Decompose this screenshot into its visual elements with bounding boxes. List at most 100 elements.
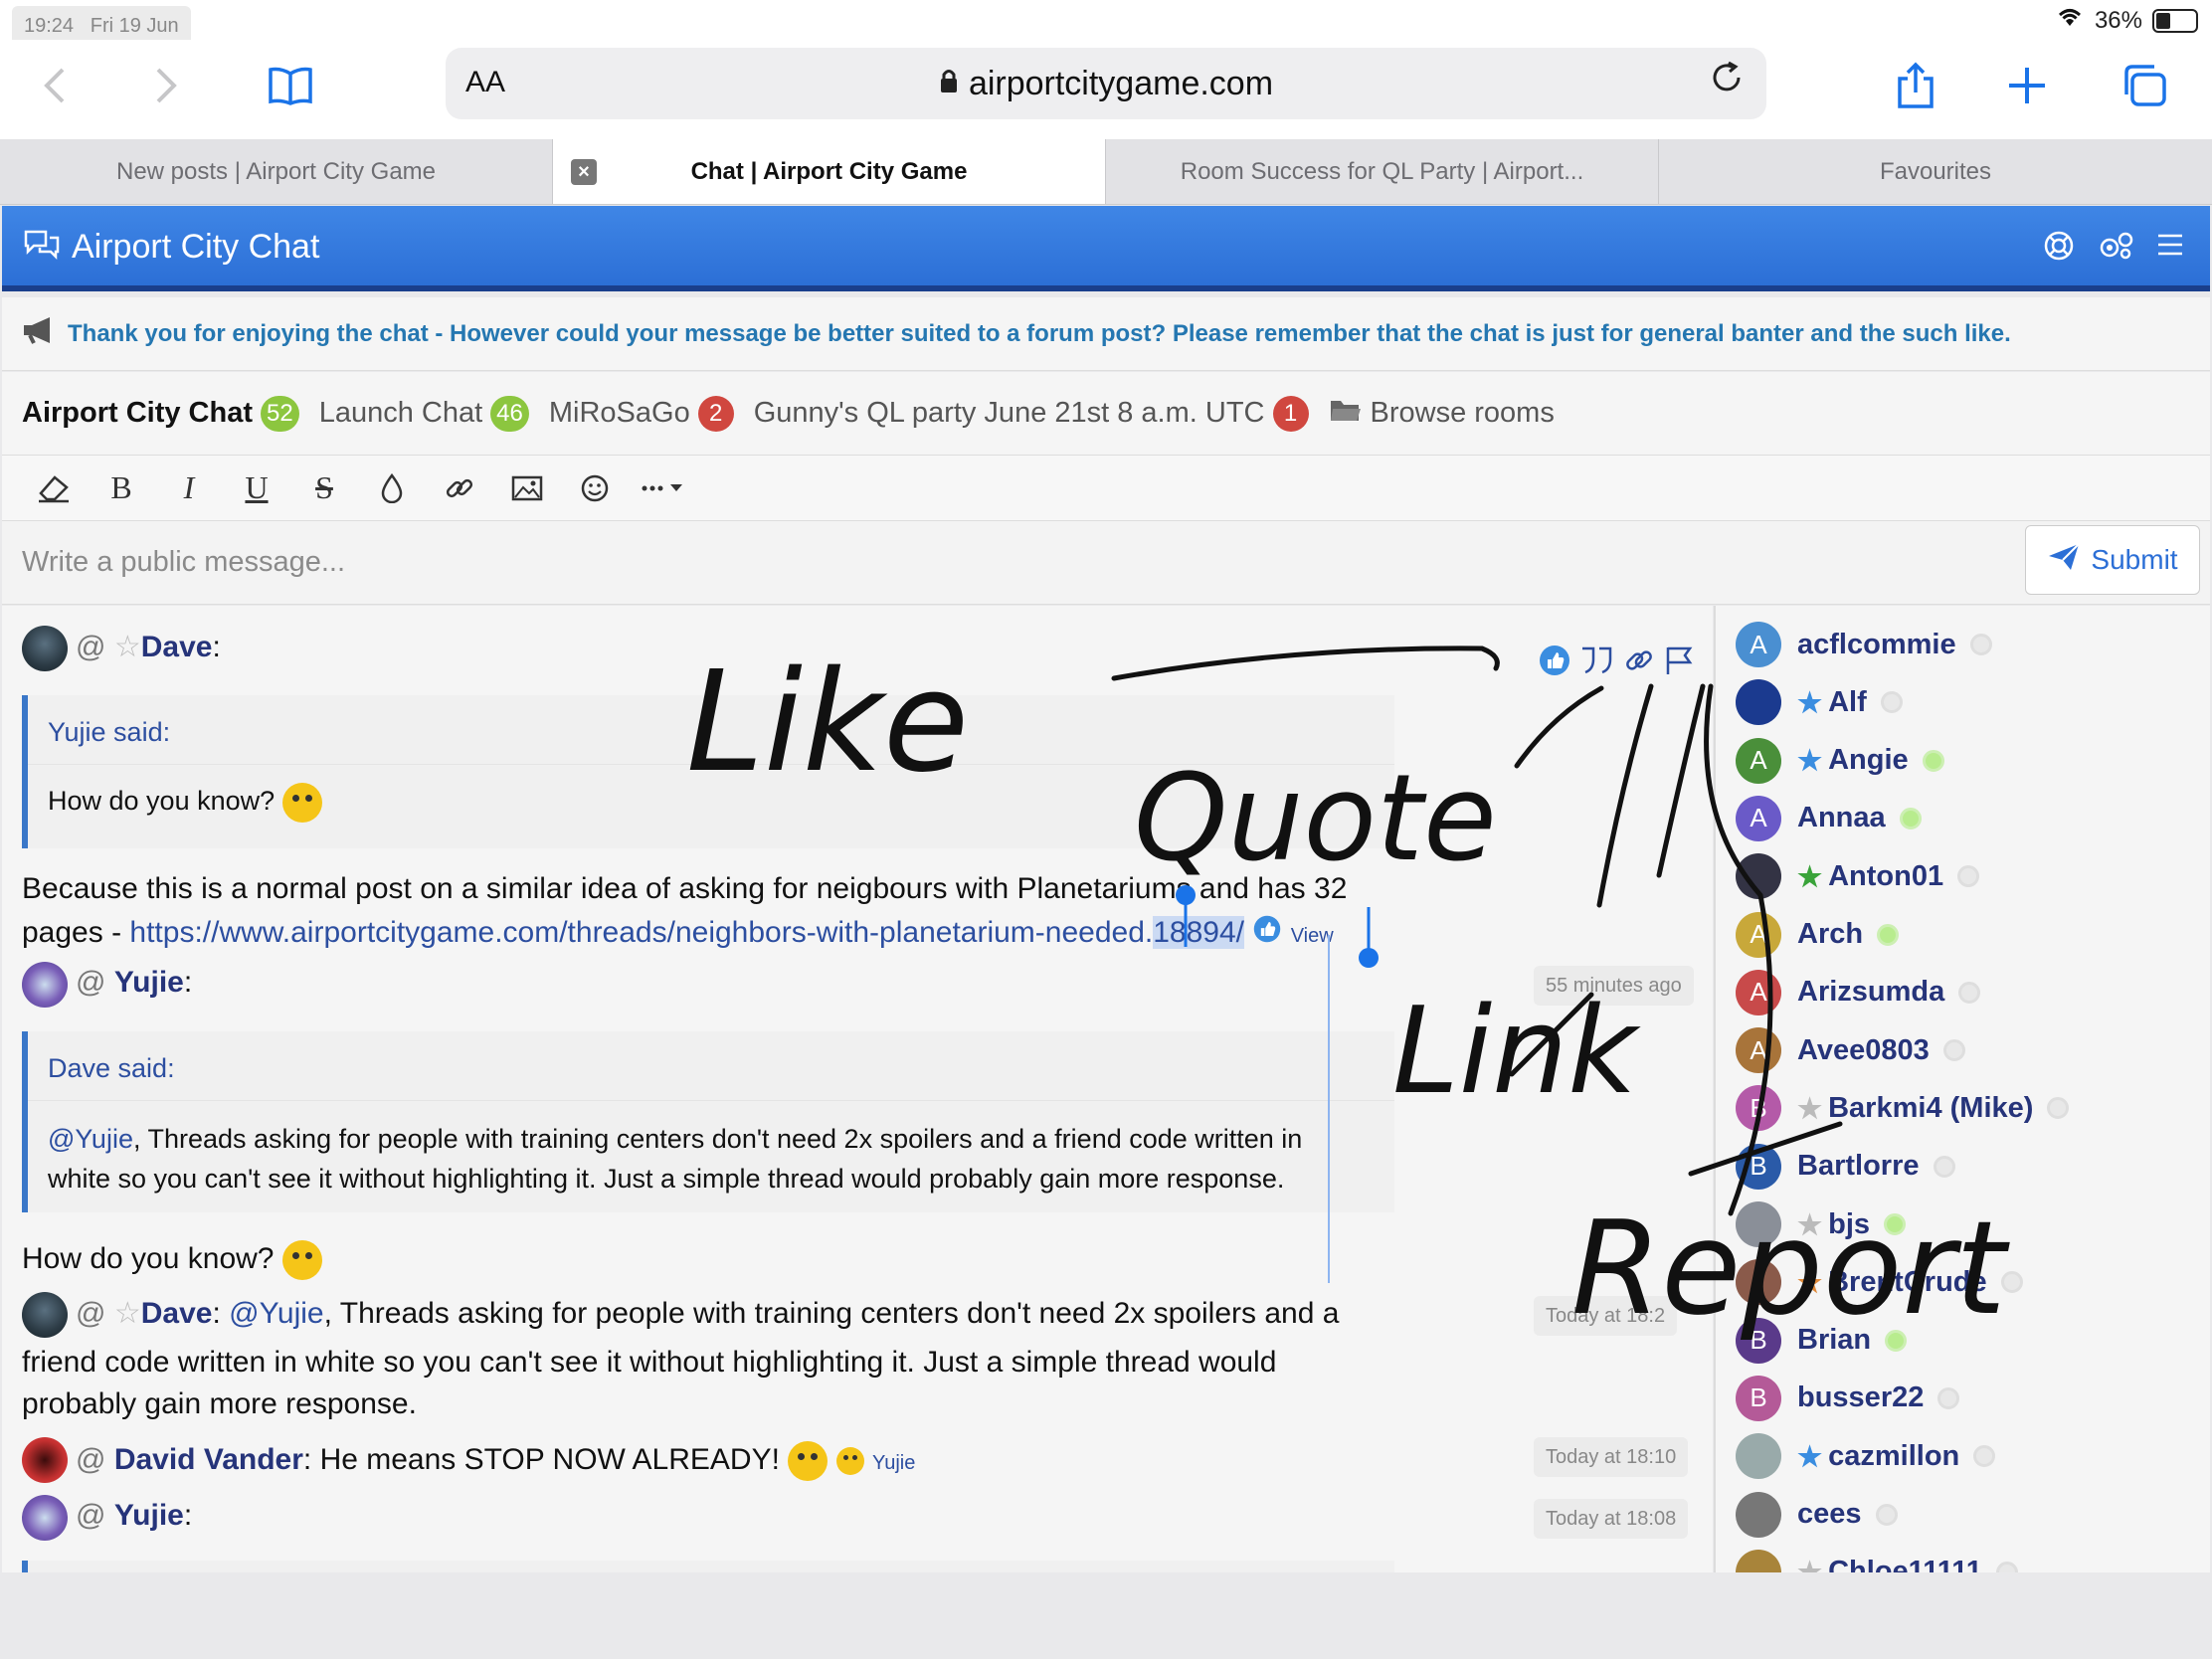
like-icon[interactable] <box>1252 915 1282 949</box>
tab-room-success[interactable]: Room Success for QL Party | Airport... <box>1106 139 1659 204</box>
forward-icon[interactable] <box>139 58 195 113</box>
link-icon[interactable] <box>1623 645 1655 681</box>
avatar[interactable]: A <box>1736 1027 1781 1074</box>
avatar[interactable] <box>22 962 68 1008</box>
reaction-user[interactable]: Yujie <box>872 1452 915 1474</box>
eraser-icon[interactable] <box>20 463 88 513</box>
username-link[interactable]: Yujie <box>114 966 184 999</box>
user-list-item[interactable]: Aacflcommie <box>1736 620 1992 669</box>
address-bar[interactable]: AA airportcitygame.com <box>446 48 1766 119</box>
color-icon[interactable] <box>358 463 426 513</box>
avatar[interactable] <box>1736 1433 1781 1480</box>
user-list-item[interactable]: ★ Anton01 <box>1736 851 1980 901</box>
username-link[interactable]: Alf <box>1828 686 1867 719</box>
user-list-item[interactable]: ★ BrentCrude <box>1736 1257 2023 1307</box>
user-list-item[interactable]: B Brian <box>1736 1316 1908 1366</box>
user-list-item[interactable]: A Annaa <box>1736 794 1922 843</box>
user-list-item[interactable]: ★ Alf <box>1736 677 1903 727</box>
user-list-item[interactable]: A ★ Angie <box>1736 736 1944 786</box>
username-link[interactable]: acflcommie <box>1797 629 1956 661</box>
username-link[interactable]: Avee0803 <box>1797 1034 1930 1067</box>
room-airport-city-chat[interactable]: Airport City Chat 52 <box>22 395 299 432</box>
more-icon[interactable] <box>629 463 696 513</box>
back-icon[interactable] <box>26 58 82 113</box>
link-icon[interactable] <box>426 463 493 513</box>
user-list-item[interactable]: cees <box>1736 1490 1898 1540</box>
like-icon[interactable] <box>1538 644 1571 682</box>
user-list-item[interactable]: A Arizsumda <box>1736 968 1981 1017</box>
smiley-icon[interactable] <box>561 463 629 513</box>
mention-link[interactable]: @Yujie <box>48 1124 133 1154</box>
underline-icon[interactable]: U <box>223 463 290 513</box>
avatar[interactable] <box>22 1437 68 1483</box>
settings-icon[interactable] <box>2097 230 2134 270</box>
bold-icon[interactable]: B <box>88 463 155 513</box>
username-link[interactable]: busser22 <box>1797 1382 1924 1414</box>
reaction-emoji[interactable] <box>835 1447 864 1475</box>
user-list-item[interactable]: A Arch <box>1736 910 1900 960</box>
room-gunnys-ql-party[interactable]: Gunny's QL party June 21st 8 a.m. UTC 1 <box>754 395 1309 432</box>
username-link[interactable]: Dave <box>141 631 213 663</box>
italic-icon[interactable]: I <box>155 463 223 513</box>
username-link[interactable]: David Vander <box>114 1443 303 1476</box>
tab-chat[interactable]: × Chat | Airport City Game <box>553 139 1106 204</box>
user-list-item[interactable]: Bbusser22 <box>1736 1374 1960 1423</box>
submit-button[interactable]: Submit <box>2025 525 2200 595</box>
username-link[interactable]: Angie <box>1828 744 1909 777</box>
username-link[interactable]: cees <box>1797 1498 1862 1531</box>
username-link[interactable]: Chloe11111 <box>1828 1556 1982 1572</box>
username-link[interactable]: Anton01 <box>1828 860 1943 893</box>
user-list-item[interactable]: B Bartlorre <box>1736 1142 1955 1192</box>
menu-icon[interactable] <box>2156 230 2184 270</box>
share-icon[interactable] <box>1888 58 1943 113</box>
username-link[interactable]: Yujie <box>114 1499 184 1532</box>
username-link[interactable]: BrentCrude <box>1828 1266 1987 1299</box>
username-link[interactable]: Brian <box>1797 1324 1871 1357</box>
avatar[interactable] <box>1736 1549 1781 1572</box>
username-link[interactable]: Barkmi4 (Mike) <box>1828 1092 2033 1125</box>
avatar[interactable]: A <box>1736 795 1781 841</box>
thread-link[interactable]: https://www.airportcitygame.com/threads/… <box>129 916 1244 949</box>
report-icon[interactable] <box>1663 645 1695 681</box>
avatar[interactable] <box>1736 1259 1781 1306</box>
avatar[interactable] <box>22 1292 68 1338</box>
mention-link[interactable]: @Yujie <box>229 1297 324 1330</box>
avatar[interactable]: B <box>1736 1375 1781 1421</box>
avatar[interactable] <box>1736 853 1781 900</box>
image-icon[interactable] <box>493 463 561 513</box>
user-list-item[interactable]: ★ bjs <box>1736 1199 1907 1249</box>
text-size-button[interactable]: AA <box>465 66 505 99</box>
room-launch-chat[interactable]: Launch Chat 46 <box>319 395 529 432</box>
avatar[interactable]: B <box>1736 1317 1781 1364</box>
message-input[interactable] <box>2 521 2021 603</box>
browse-rooms-link[interactable]: Browse rooms <box>1329 397 1555 431</box>
quote-icon[interactable] <box>1579 645 1615 680</box>
user-list-item[interactable]: ★ Chloe11111 <box>1736 1548 2018 1572</box>
avatar[interactable]: A <box>1736 622 1781 667</box>
user-list-item[interactable]: B ★ Barkmi4 (Mike) <box>1736 1083 2070 1133</box>
avatar[interactable]: A <box>1736 737 1781 784</box>
user-list-item[interactable]: ★ cazmillon <box>1736 1431 1996 1481</box>
username-link[interactable]: Arizsumda <box>1797 976 1944 1009</box>
username-link[interactable]: Arch <box>1797 918 1863 951</box>
avatar[interactable]: B <box>1736 1085 1781 1132</box>
reload-icon[interactable] <box>1709 60 1745 105</box>
avatar[interactable] <box>22 1495 68 1541</box>
avatar[interactable] <box>22 626 68 671</box>
plus-icon[interactable] <box>1999 58 2055 113</box>
avatar[interactable] <box>1736 1201 1781 1247</box>
username-link[interactable]: Dave <box>141 1297 213 1330</box>
avatar[interactable] <box>1736 679 1781 726</box>
avatar[interactable]: A <box>1736 969 1781 1015</box>
avatar[interactable] <box>1736 1491 1781 1538</box>
avatar[interactable]: A <box>1736 911 1781 958</box>
user-list-item[interactable]: A Avee0803 <box>1736 1025 1965 1075</box>
room-mirosago[interactable]: MiRoSaGo 2 <box>549 395 734 432</box>
username-link[interactable]: Bartlorre <box>1797 1150 1920 1183</box>
username-link[interactable]: cazmillon <box>1828 1440 1959 1473</box>
close-tab-icon[interactable]: × <box>571 159 597 185</box>
username-link[interactable]: bjs <box>1828 1208 1870 1241</box>
tab-favourites[interactable]: Favourites <box>1659 139 2212 204</box>
strikethrough-icon[interactable]: S <box>290 463 358 513</box>
view-reactions-link[interactable]: View <box>1291 925 1334 947</box>
